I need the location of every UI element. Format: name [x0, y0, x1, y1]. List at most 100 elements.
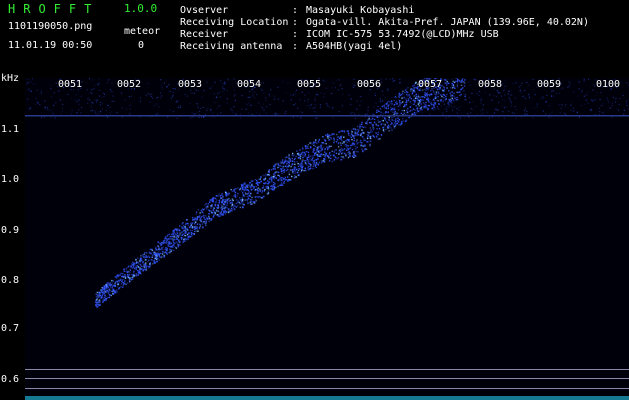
- echo-dot: [306, 150, 308, 153]
- noise-dot: [301, 91, 303, 93]
- echo-dot: [244, 199, 246, 201]
- noise-dot: [391, 96, 393, 99]
- echo-dot: [239, 206, 241, 209]
- noise-dot: [330, 92, 333, 94]
- echo-dot: [144, 256, 146, 259]
- noise-dot: [261, 107, 264, 109]
- echo-dot: [348, 148, 350, 150]
- echo-dot: [102, 290, 105, 293]
- echo-dot: [354, 132, 356, 135]
- noise-dot: [218, 91, 221, 93]
- echo-dot: [173, 238, 175, 240]
- echo-dot: [349, 152, 351, 154]
- echo-dot: [228, 208, 230, 210]
- x-tick-label: 0056: [357, 79, 382, 90]
- noise-dot: [265, 99, 267, 102]
- echo-dot: [405, 98, 407, 100]
- noise-dot: [551, 95, 553, 97]
- echo-dot: [359, 127, 361, 129]
- echo-dot: [186, 227, 188, 229]
- echo-dot: [309, 146, 312, 148]
- echo-dot: [339, 148, 341, 151]
- echo-dot: [446, 83, 448, 86]
- noise-dot: [429, 99, 431, 101]
- echo-dot: [98, 296, 101, 298]
- noise-dot: [508, 90, 510, 92]
- echo-dot: [244, 192, 247, 194]
- echo-dot: [277, 163, 280, 166]
- echo-dot: [361, 148, 363, 150]
- echo-dot: [409, 106, 411, 108]
- echo-dot: [360, 141, 362, 144]
- echo-dot: [195, 230, 198, 232]
- noise-dot: [464, 83, 466, 85]
- noise-dot: [617, 109, 620, 111]
- echo-dot: [144, 255, 146, 257]
- noise-dot: [511, 105, 513, 107]
- echo-dot: [397, 121, 400, 123]
- noise-dot: [451, 102, 453, 104]
- noise-dot: [103, 95, 105, 98]
- echo-dot: [282, 167, 284, 169]
- echo-dot: [393, 127, 396, 129]
- echo-dot: [281, 159, 284, 161]
- noise-dot: [287, 82, 289, 84]
- echo-dot: [105, 295, 107, 298]
- noise-dot: [76, 112, 78, 114]
- echo-dot: [267, 180, 269, 182]
- noise-dot: [332, 87, 334, 89]
- echo-dot: [161, 241, 163, 244]
- echo-dot: [222, 213, 224, 215]
- echo-dot: [284, 165, 287, 167]
- noise-dot: [196, 103, 198, 105]
- noise-dot: [67, 93, 69, 95]
- echo-dot: [325, 153, 327, 155]
- echo-dot: [312, 165, 315, 167]
- echo-dot: [446, 82, 448, 84]
- echo-dot: [171, 233, 173, 235]
- echo-dot: [354, 145, 357, 148]
- noise-dot: [190, 117, 192, 119]
- echo-dot: [355, 148, 357, 150]
- noise-dot: [403, 93, 405, 95]
- echo-dot: [155, 254, 158, 256]
- echo-dot: [132, 266, 135, 268]
- echo-dot: [412, 99, 414, 101]
- echo-dot: [247, 193, 249, 195]
- echo-dot: [217, 195, 219, 197]
- echo-dot: [161, 247, 163, 249]
- echo-dot: [270, 176, 272, 179]
- noise-dot: [138, 116, 141, 118]
- noise-dot: [590, 99, 592, 101]
- echo-dot: [370, 140, 372, 142]
- noise-dot: [552, 90, 554, 92]
- echo-dot: [455, 99, 457, 101]
- echo-dot: [353, 144, 355, 146]
- echo-dot: [201, 208, 204, 210]
- echo-dot: [317, 158, 319, 160]
- echo-dot: [293, 168, 296, 170]
- echo-dot: [360, 123, 363, 126]
- noise-dot: [611, 116, 613, 118]
- echo-dot: [217, 210, 219, 212]
- echo-dot: [354, 134, 356, 137]
- echo-dot: [456, 96, 458, 99]
- noise-dot: [366, 113, 368, 115]
- echo-dot: [388, 100, 390, 103]
- echo-dot: [265, 182, 267, 185]
- echo-dot: [140, 265, 142, 267]
- echo-dot: [355, 140, 358, 143]
- echo-dot: [302, 156, 304, 159]
- noise-dot: [290, 94, 292, 96]
- echo-dot: [397, 105, 400, 108]
- echo-dot: [222, 199, 224, 201]
- noise-dot: [234, 99, 236, 102]
- echo-dot: [327, 137, 329, 139]
- noise-dot: [526, 113, 528, 115]
- noise-dot: [558, 104, 560, 106]
- noise-dot: [514, 106, 516, 108]
- echo-dot: [390, 123, 392, 126]
- app-version: 1.0.0: [124, 2, 158, 15]
- echo-dot: [324, 155, 326, 157]
- noise-dot: [498, 101, 500, 104]
